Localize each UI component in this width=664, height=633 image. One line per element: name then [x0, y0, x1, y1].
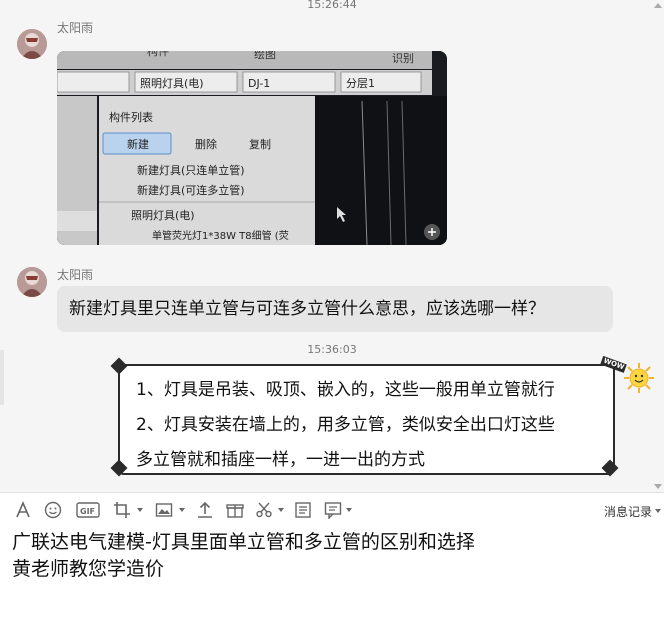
document-icon[interactable]: [293, 500, 313, 520]
left-edge-handle: [0, 350, 4, 405]
avatar[interactable]: [17, 267, 47, 297]
message-input-field[interactable]: 广联达电气建模-灯具里面单立管和多立管的区别和选择 黄老师教您学造价: [12, 529, 475, 583]
photo-label-draw: 绘图: [254, 51, 276, 61]
reply-line: 1、灯具是吊装、吸顶、嵌入的，这些一般用单立管就行: [136, 380, 555, 400]
font-icon[interactable]: [13, 500, 33, 520]
message-icon[interactable]: [323, 500, 343, 520]
timestamp: 15:36:03: [307, 343, 357, 356]
photo-tree-group: 照明灯具(电): [131, 209, 195, 222]
photo-dropdown-item: DJ-1: [248, 77, 270, 90]
input-toolbar: GIF 消息记录: [0, 493, 664, 527]
svg-text:GIF: GIF: [80, 507, 95, 516]
chevron-down-icon[interactable]: [346, 508, 352, 512]
photo-label-identify: 识别: [392, 52, 414, 65]
photo-menu-multi-riser: 新建灯具(可连多立管): [137, 183, 245, 197]
photo-label-component: 构件: [147, 51, 169, 58]
message-bubble[interactable]: 新建灯具里只连单立管与可连多立管什么意思，应该选哪一样？: [57, 286, 613, 332]
screenshot-icon[interactable]: [112, 500, 132, 520]
chevron-down-icon[interactable]: [655, 509, 661, 513]
input-line: 广联达电气建模-灯具里面单立管和多立管的区别和选择: [12, 531, 475, 553]
reply-bubble[interactable]: 1、灯具是吊装、吸顶、嵌入的，这些一般用单立管就行 2、灯具安装在墙上的，用多立…: [118, 364, 615, 475]
gift-icon[interactable]: [225, 500, 245, 520]
photo-panel-title: 构件列表: [109, 110, 153, 124]
photo-new-button: 新建: [127, 137, 149, 151]
emoji-icon[interactable]: [43, 500, 63, 520]
input-line: 黄老师教您学造价: [12, 558, 165, 580]
reply-line: 2、灯具安装在墙上的，用多立管，类似安全出口灯这些: [136, 415, 555, 435]
scissors-icon[interactable]: [254, 500, 274, 520]
photo-dropdown-layer: 分层1: [346, 77, 375, 90]
chat-history-pane[interactable]: 15:26:44 太阳雨 构件 绘图 识别 照明灯具(电) DJ-1 分层1 构…: [0, 0, 664, 492]
message-history-button[interactable]: 消息记录: [604, 503, 652, 520]
chevron-down-icon[interactable]: [278, 508, 284, 512]
photo-delete-button: 删除: [195, 137, 217, 151]
sender-name: 太阳雨: [57, 268, 94, 282]
scroll-down-icon[interactable]: [654, 484, 662, 489]
timestamp: 15:26:44: [307, 0, 357, 11]
chevron-down-icon[interactable]: [179, 508, 185, 512]
scrollbar[interactable]: [654, 0, 664, 492]
sender-name: 太阳雨: [57, 21, 94, 35]
photo-menu-single-riser: 新建灯具(只连单立管): [137, 163, 245, 177]
gif-icon[interactable]: GIF: [76, 500, 100, 520]
avatar[interactable]: [17, 29, 47, 59]
reply-line: 多立管就和插座一样，一进一出的方式: [136, 450, 425, 470]
sun-avatar-icon[interactable]: [623, 362, 655, 394]
photo-dropdown-category: 照明灯具(电): [140, 77, 204, 90]
upload-icon[interactable]: [195, 500, 215, 520]
message-input-area[interactable]: GIF 消息记录 广联达电气建模-灯具里面单立管和多立管的区别和选择 黄老师教您…: [0, 492, 664, 633]
screenshot-image-message[interactable]: 构件 绘图 识别 照明灯具(电) DJ-1 分层1 构件列表 新建 删除 复制 …: [57, 51, 447, 245]
chevron-down-icon[interactable]: [137, 508, 143, 512]
photo-tree-item: 单管荧光灯1*38W T8细管 (荧: [152, 229, 289, 242]
image-icon[interactable]: [154, 500, 174, 520]
photo-copy-button: 复制: [249, 137, 271, 151]
